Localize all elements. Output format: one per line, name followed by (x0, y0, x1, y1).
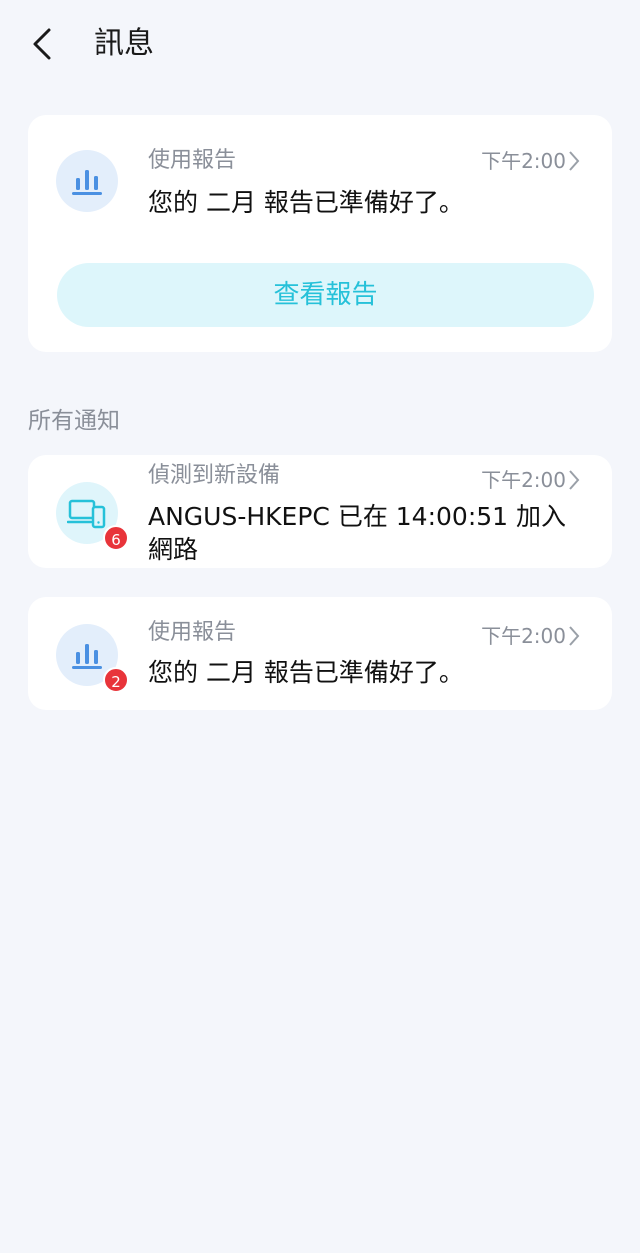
page-title: 訊息 (94, 26, 154, 61)
devices-icon (67, 499, 106, 529)
section-title: 所有通知 (28, 408, 120, 434)
notification-count-badge: 2 (103, 667, 129, 693)
notification-time: 下午2:00 (481, 468, 566, 492)
chevron-right-icon (566, 465, 582, 495)
view-report-button[interactable]: 查看報告 (57, 263, 594, 327)
notification-label: 使用報告 (148, 620, 237, 645)
notification-label: 偵測到新設備 (148, 463, 281, 488)
report-time: 下午2:00 (481, 149, 566, 173)
notification-message: 您的 二月 報告已準備好了。 (148, 658, 464, 687)
chevron-right-icon (566, 621, 582, 651)
report-label: 使用報告 (148, 148, 237, 173)
notification-item[interactable]: 6 偵測到新設備 下午2:00 ANGUS-HKEPC 已在 14:00:51 … (28, 455, 612, 568)
notification-item[interactable]: 2 使用報告 下午2:00 您的 二月 報告已準備好了。 (28, 597, 612, 710)
report-message: 您的 二月 報告已準備好了。 (148, 188, 464, 217)
chevron-right-icon (566, 146, 582, 176)
bar-chart-icon (72, 170, 102, 195)
header: 訊息 (0, 0, 640, 90)
report-icon-circle (56, 150, 118, 212)
report-card[interactable]: 使用報告 下午2:00 您的 二月 報告已準備好了。 查看報告 (28, 115, 612, 352)
back-button[interactable] (22, 24, 62, 64)
notification-message: ANGUS-HKEPC 已在 14:00:51 加入網路 (148, 502, 567, 564)
bar-chart-icon (72, 644, 102, 669)
chevron-left-icon (33, 28, 51, 60)
notification-time: 下午2:00 (481, 624, 566, 648)
notification-count-badge: 6 (103, 525, 129, 551)
